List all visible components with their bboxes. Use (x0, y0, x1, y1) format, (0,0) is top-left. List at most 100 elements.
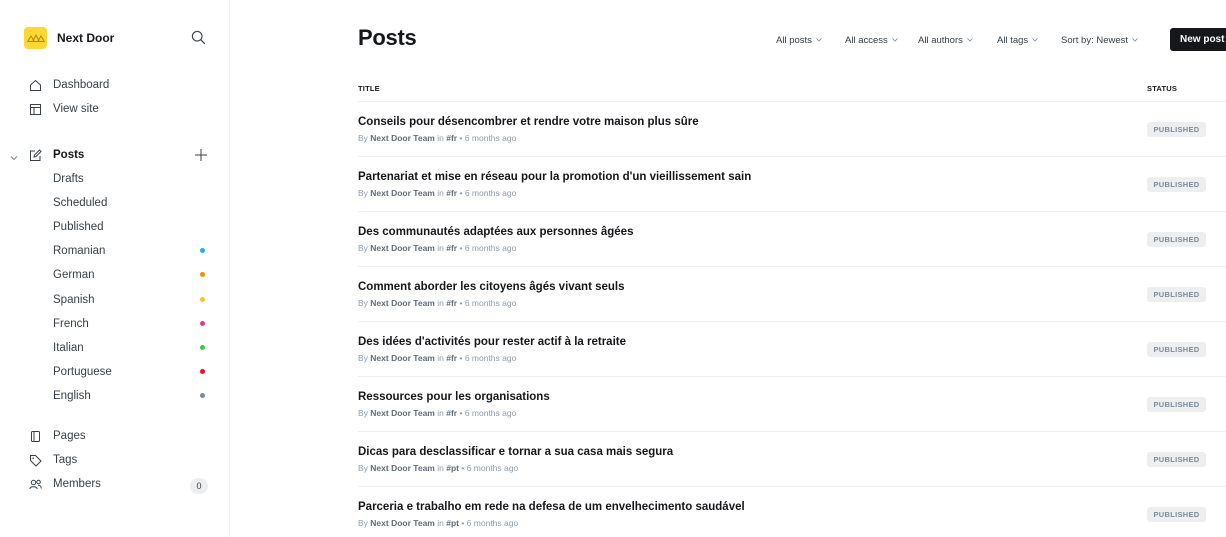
color-dot (200, 393, 205, 398)
meta-in: in (437, 518, 444, 528)
table-row[interactable]: Ressources pour les organisations By Next… (358, 376, 1226, 431)
home-icon (28, 78, 42, 92)
table-row[interactable]: Conseils pour désencombrer et rendre vot… (358, 101, 1226, 156)
sidebar: Next Door Dashboard View site Posts Draf… (0, 0, 230, 537)
nav-posts-label: Posts (53, 149, 85, 161)
sidebar-item-label: Romanian (53, 245, 106, 257)
post-meta: By Next Door Team in #fr • 6 months ago (358, 133, 516, 143)
post-author: Next Door Team (370, 243, 435, 253)
meta-by: By (358, 518, 368, 528)
post-tag: #pt (446, 463, 459, 473)
color-dot (200, 272, 205, 277)
meta-by: By (358, 408, 368, 418)
page-title: Posts (358, 25, 417, 50)
status-badge: PUBLISHED (1147, 397, 1206, 412)
post-date: • 6 months ago (459, 133, 517, 143)
nav-tags-label: Tags (53, 454, 78, 466)
chevron-down-icon (816, 38, 822, 42)
post-title[interactable]: Des communautés adaptées aux personnes â… (358, 226, 633, 238)
post-title[interactable]: Dicas para desclassificar e tornar a sua… (358, 446, 673, 458)
table-row[interactable]: Dicas para desclassificar e tornar a sua… (358, 431, 1226, 486)
table-row[interactable]: Des communautés adaptées aux personnes â… (358, 211, 1226, 266)
color-dot (200, 345, 205, 350)
color-dot (200, 369, 205, 374)
nav-members-label: Members (53, 478, 101, 490)
post-date: • 6 months ago (459, 353, 517, 363)
page-icon (28, 429, 42, 443)
color-dot (200, 321, 205, 326)
filter-all-posts[interactable]: All posts (776, 35, 822, 46)
post-title[interactable]: Parceria e trabalho em rede na defesa de… (358, 501, 745, 513)
chevron-down-icon (967, 38, 973, 42)
search-icon[interactable] (191, 30, 207, 46)
post-date: • 6 months ago (461, 518, 519, 528)
post-title[interactable]: Ressources pour les organisations (358, 391, 550, 403)
sidebar-item-scheduled[interactable]: Scheduled (53, 194, 213, 212)
post-title[interactable]: Comment aborder les citoyens âgés vivant… (358, 281, 625, 293)
table-row[interactable]: Parceria e trabalho em rede na defesa de… (358, 486, 1226, 537)
sort-dropdown[interactable]: Sort by: Newest (1061, 35, 1138, 46)
nav-tags[interactable]: Tags (28, 451, 77, 469)
post-date: • 6 months ago (459, 188, 517, 198)
sidebar-item-italian[interactable]: Italian (53, 339, 213, 357)
post-date: • 6 months ago (459, 408, 517, 418)
post-title[interactable]: Des idées d'activités pour rester actif … (358, 336, 626, 348)
table-row[interactable]: Partenariat et mise en réseau pour la pr… (358, 156, 1226, 211)
column-header-title: TITLE (358, 84, 380, 93)
members-count-badge: 0 (190, 478, 208, 494)
sidebar-item-published[interactable]: Published (53, 218, 213, 236)
nav-pages[interactable]: Pages (28, 427, 86, 445)
sidebar-item-label: English (53, 390, 91, 402)
meta-by: By (358, 463, 368, 473)
post-title[interactable]: Partenariat et mise en réseau pour la pr… (358, 171, 751, 183)
status-badge: PUBLISHED (1147, 507, 1206, 522)
nav-dashboard-label: Dashboard (53, 79, 110, 91)
sidebar-item-english[interactable]: English (53, 387, 213, 405)
add-post-icon[interactable] (194, 148, 208, 162)
nav-members[interactable]: Members (28, 475, 101, 493)
nav-view-site[interactable]: View site (28, 100, 99, 118)
filter-label: All tags (997, 34, 1029, 46)
filter-all-access[interactable]: All access (845, 35, 898, 46)
post-tag: #pt (446, 518, 459, 528)
brand-name: Next Door (57, 31, 115, 45)
meta-in: in (437, 188, 444, 198)
chevron-down-icon[interactable] (10, 151, 18, 161)
sidebar-item-spanish[interactable]: Spanish (53, 291, 213, 309)
sidebar-item-romanian[interactable]: Romanian (53, 242, 213, 260)
meta-in: in (437, 408, 444, 418)
post-meta: By Next Door Team in #pt • 6 months ago (358, 463, 518, 473)
table-row[interactable]: Des idées d'activités pour rester actif … (358, 321, 1226, 376)
meta-in: in (437, 133, 444, 143)
filter-label: All access (845, 34, 888, 46)
nav-posts[interactable]: Posts (28, 146, 84, 164)
nav-view-site-label: View site (53, 103, 99, 115)
layout-icon (28, 102, 42, 116)
post-author: Next Door Team (370, 518, 435, 528)
sidebar-item-label: French (53, 318, 89, 330)
color-dot (200, 248, 205, 253)
table-row[interactable]: Comment aborder les citoyens âgés vivant… (358, 266, 1226, 321)
post-title[interactable]: Conseils pour désencombrer et rendre vot… (358, 116, 699, 128)
brand[interactable]: Next Door (24, 27, 114, 49)
sidebar-item-portuguese[interactable]: Portuguese (53, 363, 213, 381)
column-header-status: STATUS (1147, 84, 1178, 93)
new-post-button[interactable]: New post (1170, 28, 1226, 51)
post-meta: By Next Door Team in #pt • 6 months ago (358, 518, 518, 528)
chevron-down-icon (1032, 38, 1038, 42)
post-meta: By Next Door Team in #fr • 6 months ago (358, 353, 516, 363)
filter-all-authors[interactable]: All authors (918, 35, 973, 46)
meta-by: By (358, 243, 368, 253)
meta-by: By (358, 298, 368, 308)
site-logo (24, 27, 47, 49)
sidebar-item-drafts[interactable]: Drafts (53, 170, 213, 188)
sidebar-item-french[interactable]: French (53, 315, 213, 333)
members-icon (28, 477, 42, 491)
meta-in: in (437, 353, 444, 363)
meta-in: in (437, 243, 444, 253)
nav-dashboard[interactable]: Dashboard (28, 76, 109, 94)
meta-by: By (358, 133, 368, 143)
filter-all-tags[interactable]: All tags (997, 35, 1038, 46)
sidebar-item-german[interactable]: German (53, 266, 213, 284)
meta-in: in (437, 298, 444, 308)
